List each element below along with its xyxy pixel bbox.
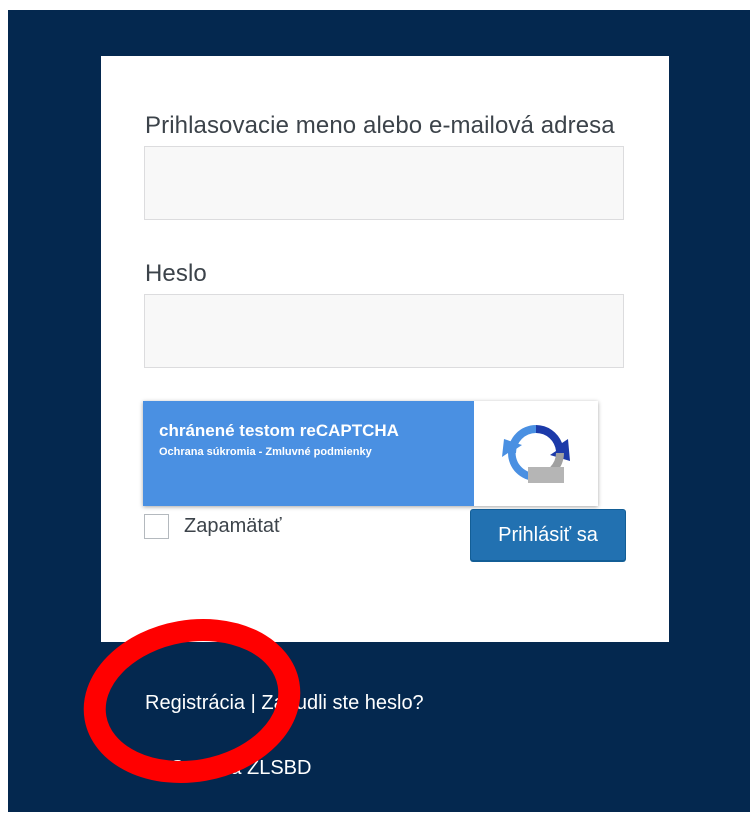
recaptcha-badge[interactable]: chránené testom reCAPTCHA Ochrana súkrom… bbox=[143, 401, 598, 506]
password-label: Heslo bbox=[145, 260, 207, 287]
recaptcha-logo-icon bbox=[502, 425, 570, 483]
lost-password-link[interactable]: Zabudli ste heslo? bbox=[261, 692, 423, 714]
username-input[interactable] bbox=[144, 146, 624, 220]
remember-me-checkbox[interactable] bbox=[144, 514, 169, 539]
recaptcha-info-panel: chránené testom reCAPTCHA Ochrana súkrom… bbox=[143, 401, 474, 506]
recaptcha-title: chránené testom reCAPTCHA bbox=[159, 421, 399, 440]
back-to-site-link[interactable]: ← Späť na ZLSBD bbox=[145, 757, 311, 780]
remember-me-label[interactable]: Zapamätať bbox=[184, 515, 282, 538]
register-link[interactable]: Registrácia bbox=[145, 692, 245, 714]
password-input[interactable] bbox=[144, 294, 624, 368]
footer-links: Registrácia | Zabudli ste heslo? bbox=[145, 692, 424, 715]
link-separator: | bbox=[245, 692, 262, 714]
recaptcha-privacy-terms-links[interactable]: Ochrana súkromia - Zmluvné podmienky bbox=[159, 446, 372, 458]
username-label: Prihlasovacie meno alebo e-mailová adres… bbox=[145, 112, 615, 139]
login-submit-button[interactable]: Prihlásiť sa bbox=[470, 509, 626, 561]
